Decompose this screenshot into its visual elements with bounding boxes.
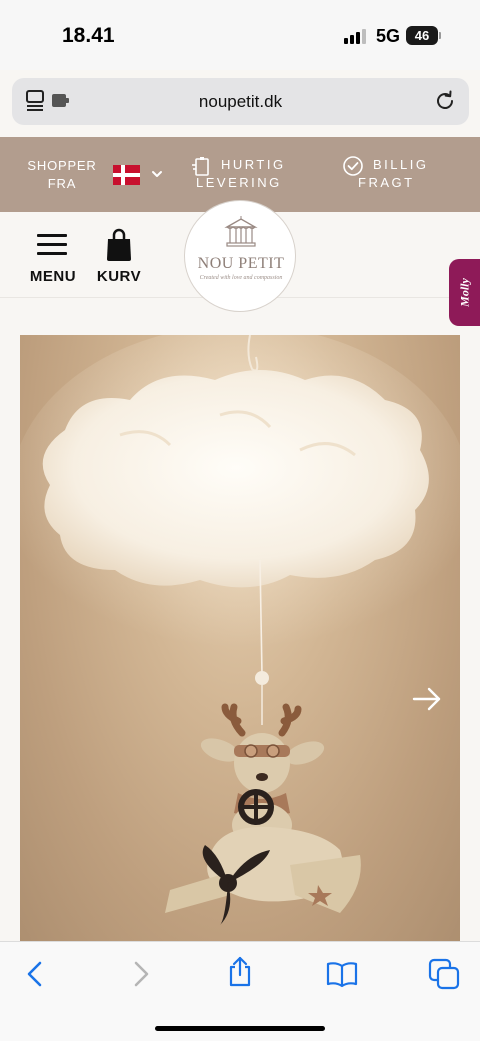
shopper-from-label: SHOPPER FRA [27, 158, 97, 191]
logo-tagline: Created with love and compassion [199, 275, 283, 281]
fast-delivery-line2: LEVERING [196, 175, 282, 190]
product-image[interactable] [20, 335, 460, 943]
book-icon[interactable] [326, 958, 358, 990]
chat-widget-label: Molly [457, 278, 472, 307]
cheap-shipping: BILLIG FRAGT [342, 156, 442, 196]
menu-button[interactable]: MENU [27, 232, 79, 288]
share-icon[interactable] [224, 955, 256, 987]
status-bar: 18.41 5G 46 [0, 0, 480, 70]
logo-name: NOU PETIT [197, 255, 285, 272]
denmark-flag-icon[interactable] [113, 165, 140, 185]
chevron-right-icon[interactable] [124, 958, 156, 990]
address-bar[interactable]: noupetit.dk [12, 78, 469, 125]
carousel-icon [224, 216, 258, 247]
signal-icon [344, 28, 368, 44]
tabs-overview-icon[interactable] [428, 958, 460, 990]
menu-label: MENU [29, 268, 77, 285]
browser-toolbar [0, 941, 480, 1041]
reload-icon[interactable] [433, 89, 457, 113]
product-illustration [20, 335, 460, 925]
site-logo[interactable]: NOU PETIT Created with love and compassi… [184, 200, 296, 312]
home-indicator [155, 1026, 325, 1031]
cart-button[interactable]: KURV [94, 226, 144, 288]
url-text[interactable]: noupetit.dk [12, 92, 469, 112]
cheap-shipping-line2: FRAGT [358, 175, 415, 190]
hamburger-icon [37, 234, 67, 256]
arrow-right-icon[interactable] [412, 685, 442, 713]
battery-icon: 46 [406, 26, 441, 45]
cart-label: KURV [96, 268, 142, 285]
bag-icon [107, 228, 131, 261]
status-time: 18.41 [62, 24, 115, 47]
fast-delivery: HURTIG LEVERING [190, 156, 300, 196]
cheap-shipping-line1: BILLIG [373, 157, 429, 172]
chevron-left-icon[interactable] [20, 958, 52, 990]
chevron-down-icon[interactable] [150, 167, 164, 181]
network-type: 5G [376, 26, 401, 46]
chat-widget-tab[interactable]: Molly [449, 259, 480, 326]
fast-delivery-line1: HURTIG [221, 157, 286, 172]
